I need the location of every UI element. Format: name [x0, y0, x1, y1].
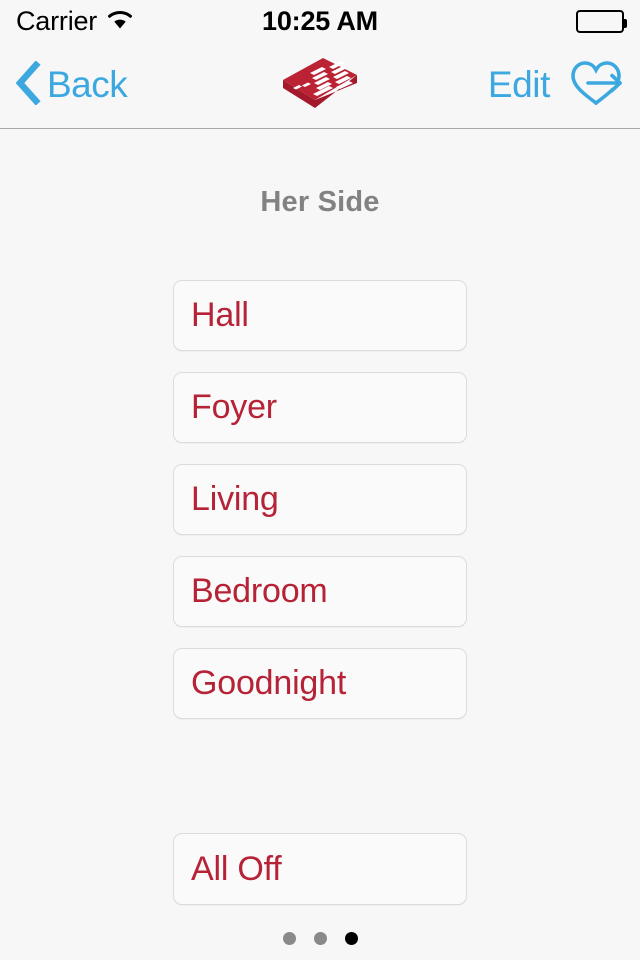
- back-button[interactable]: Back: [13, 42, 128, 128]
- chevron-left-icon: [13, 59, 41, 110]
- heart-arrow-icon[interactable]: [568, 59, 626, 112]
- scene-button-hall[interactable]: Hall: [173, 280, 467, 351]
- scene-button-living[interactable]: Living: [173, 464, 467, 535]
- scene-label: Foyer: [191, 388, 277, 426]
- edit-button[interactable]: Edit: [488, 64, 551, 106]
- scene-list: Hall Foyer Living Bedroom Goodnight: [173, 280, 467, 740]
- page-dot-3[interactable]: [344, 932, 358, 945]
- scene-button-bedroom[interactable]: Bedroom: [173, 556, 467, 627]
- all-off-label: All Off: [191, 849, 282, 888]
- all-off-button[interactable]: All Off: [173, 833, 467, 905]
- keypad-icon: [279, 53, 361, 118]
- page-title: Her Side: [260, 186, 380, 218]
- status-bar-right: [576, 0, 627, 42]
- app-screen: Carrier 10:25 AM Back Edit Her Side Hall…: [0, 0, 640, 960]
- scene-label: Goodnight: [191, 664, 347, 702]
- status-bar: Carrier 10:25 AM: [0, 0, 640, 42]
- back-button-label: Back: [47, 64, 128, 105]
- page-dot-1[interactable]: [282, 932, 296, 945]
- status-bar-clock: 10:25 AM: [262, 5, 378, 36]
- scene-button-goodnight[interactable]: Goodnight: [173, 648, 467, 719]
- scene-label: Hall: [191, 296, 249, 334]
- scene-button-foyer[interactable]: Foyer: [173, 372, 467, 443]
- scene-label: Bedroom: [191, 572, 328, 610]
- battery-icon: [576, 9, 627, 33]
- navigation-bar: Back Edit: [0, 42, 640, 129]
- navigation-bar-right: Edit: [488, 42, 626, 128]
- all-off-section: All Off: [173, 833, 467, 905]
- scene-label: Living: [191, 480, 279, 518]
- page-dot-2[interactable]: [313, 932, 327, 945]
- page-control[interactable]: [0, 932, 640, 945]
